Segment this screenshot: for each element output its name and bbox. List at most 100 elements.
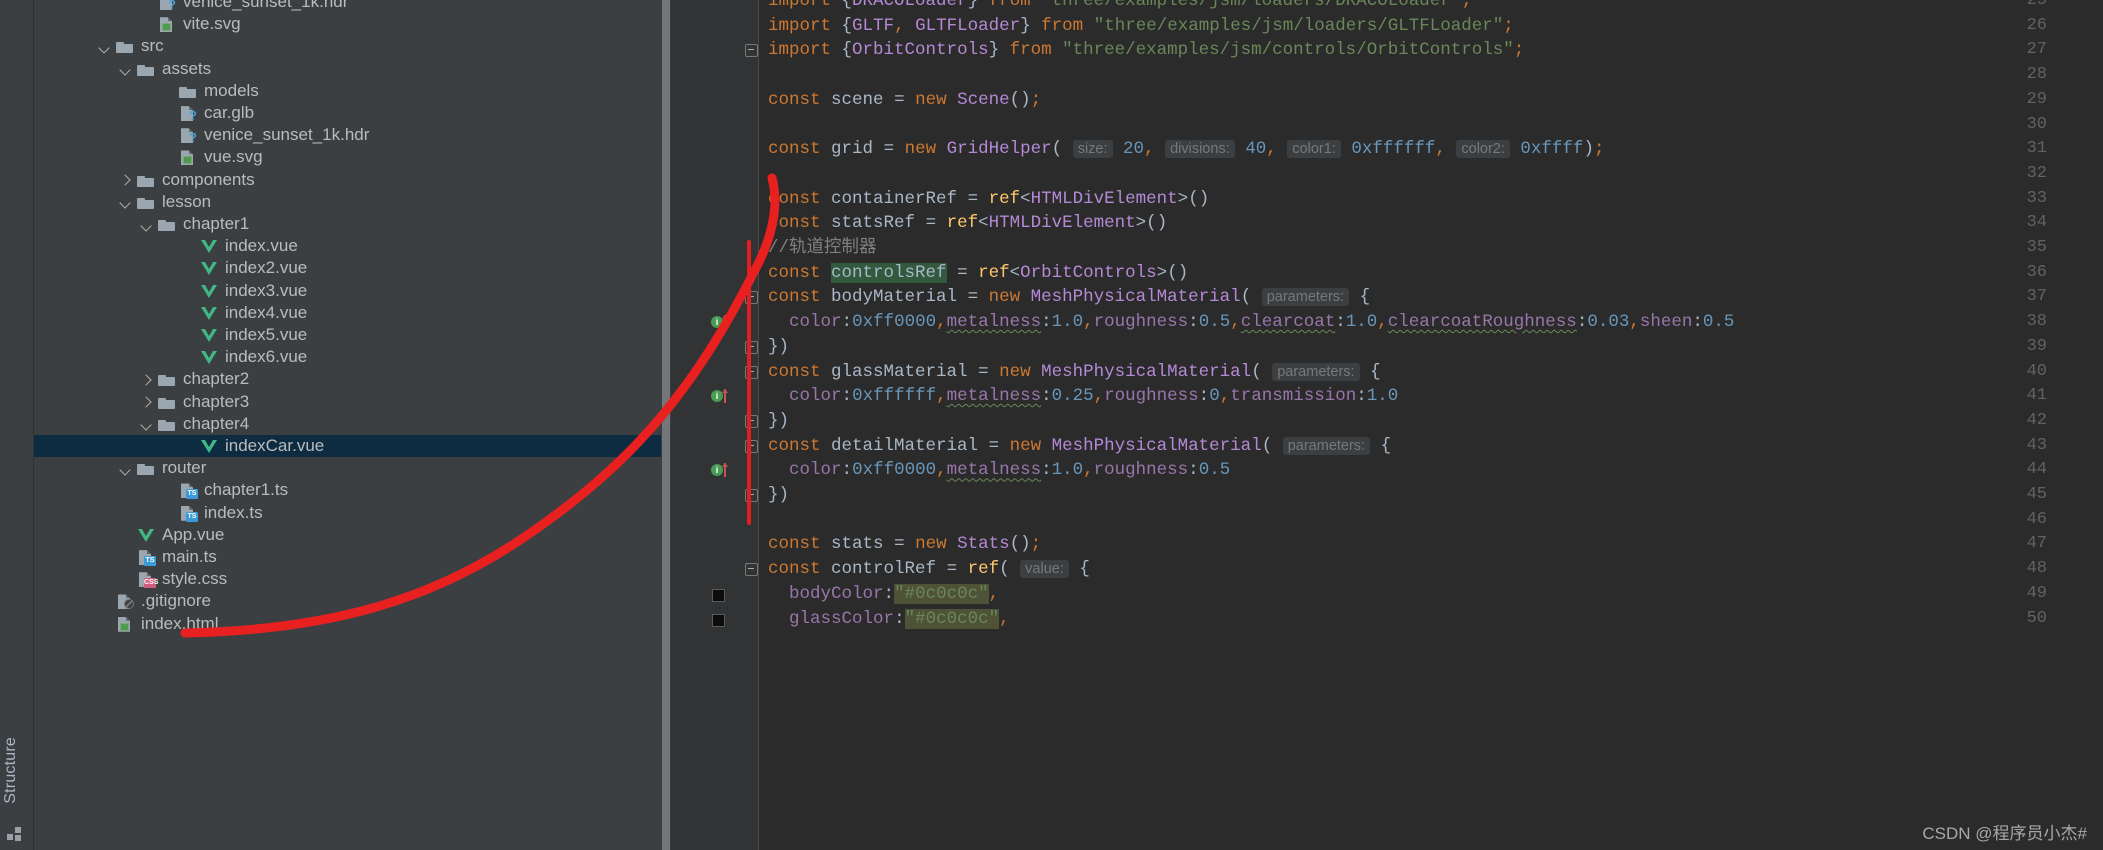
vue-icon <box>199 259 219 277</box>
code-editor[interactable]: 25 26 27 28 29 30 31 32 33 34 35 36 37 38 39 40 41 42 43 44… <box>671 0 2103 850</box>
chevron-right-icon[interactable] <box>138 393 155 410</box>
tree-scrollbar[interactable] <box>661 0 671 850</box>
code-line-47[interactable]: const stats = new Stats(); <box>768 532 1041 557</box>
tree-item-venice-sunset-1k-hdr[interactable]: ? venice_sunset_1k.hdr <box>34 0 671 13</box>
code-line-33[interactable]: const containerRef = ref<HTMLDivElement>… <box>768 187 1209 212</box>
project-tree[interactable]: ? venice_sunset_1k.hdr vite.svg src assets mo… <box>34 0 671 850</box>
tree-item-label: App.vue <box>162 524 225 544</box>
code-line-44[interactable]: color:0xff0000,metalness:1.0,roughness:0… <box>768 458 1230 483</box>
tree-item-label: chapter2 <box>183 369 250 389</box>
vue-icon <box>199 326 219 344</box>
tree-item-venice-sunset-1k-hdr[interactable]: ? venice_sunset_1k.hdr <box>34 124 671 146</box>
code-line-31[interactable]: const grid = new GridHelper( size: 20, d… <box>768 137 1604 162</box>
tree-item-index-ts[interactable]: TS index.ts <box>34 502 671 524</box>
tree-item-index6-vue[interactable]: index6.vue <box>34 346 671 368</box>
tree-item-label: main.ts <box>162 547 217 566</box>
tree-item-indexcar-vue[interactable]: indexCar.vue <box>34 435 671 458</box>
file-image-icon <box>157 15 177 33</box>
tree-item-index2-vue[interactable]: index2.vue <box>34 257 671 279</box>
tree-item-models[interactable]: models <box>34 80 671 102</box>
tree-item-lesson[interactable]: lesson <box>34 191 671 213</box>
tree-item-label: index3.vue <box>225 280 308 300</box>
tree-item-chapter3[interactable]: chapter3 <box>34 391 671 413</box>
tree-item-label: venice_sunset_1k.hdr <box>183 0 349 11</box>
code-line-41[interactable]: color:0xffffff,metalness:0.25,roughness:… <box>768 384 1398 409</box>
tree-item-index-vue[interactable]: index.vue <box>34 235 671 257</box>
code-text[interactable]: import {DRACOLoader} from "three/example… <box>671 0 2103 850</box>
tree-item-router[interactable]: router <box>34 457 671 479</box>
tree-item-app-vue[interactable]: App.vue <box>34 524 671 546</box>
left-tool-strip: Structure <box>0 0 34 850</box>
code-line-34[interactable]: const statsRef = ref<HTMLDivElement>() <box>768 211 1167 236</box>
tree-item-chapter4[interactable]: chapter4 <box>34 413 671 435</box>
code-line-38[interactable]: color:0xff0000,metalness:1.0,roughness:0… <box>768 310 1734 335</box>
red-annotation-bar <box>747 240 751 525</box>
tree-item-index-html[interactable]: index.html <box>34 613 671 635</box>
structure-tool-button[interactable]: Structure <box>2 737 20 804</box>
tree-item-index4-vue[interactable]: index4.vue <box>34 302 671 324</box>
tree-item-index5-vue[interactable]: index5.vue <box>34 324 671 346</box>
code-line-26[interactable]: import {GLTF, GLTFLoader} from "three/ex… <box>768 14 1514 39</box>
unknown-badge: ? <box>168 0 176 13</box>
chevron-down-icon[interactable] <box>138 216 155 233</box>
code-line-27[interactable]: import {OrbitControls} from "three/examp… <box>768 38 1524 63</box>
code-line-48[interactable]: const controlRef = ref( value: { <box>768 557 1090 582</box>
tree-item-label: vue.svg <box>204 147 263 167</box>
chevron-down-icon[interactable] <box>117 460 134 477</box>
tree-item-label: style.css <box>162 569 228 589</box>
css-badge: CSS <box>144 578 159 589</box>
tree-item-index3-vue[interactable]: index3.vue <box>34 280 671 302</box>
code-line-50[interactable]: glassColor:"#0c0c0c", <box>768 607 1010 632</box>
chevron-right-icon[interactable] <box>138 371 155 388</box>
tree-item-vite-svg[interactable]: vite.svg <box>34 13 671 35</box>
vue-icon <box>136 526 156 544</box>
tree-item-label: vite.svg <box>183 14 241 34</box>
tree-item-car-glb[interactable]: ? car.glb <box>34 102 671 124</box>
code-line-42[interactable]: }) <box>768 409 789 434</box>
code-line-25[interactable]: import {DRACOLoader} from "three/example… <box>768 0 1472 14</box>
tree-item-main-ts[interactable]: TS main.ts <box>34 546 671 568</box>
tree-item-src[interactable]: src <box>34 35 671 57</box>
tree-item-chapter2[interactable]: chapter2 <box>34 368 671 390</box>
code-line-36[interactable]: const controlsRef = ref<OrbitControls>() <box>768 261 1188 286</box>
tree-item-components[interactable]: components <box>34 169 671 191</box>
code-line-43[interactable]: const detailMaterial = new MeshPhysicalM… <box>768 434 1391 459</box>
ide-window: Structure ? venice_sunset_1k.hdr vite.svg s… <box>0 0 2103 850</box>
vue-icon <box>199 348 219 366</box>
code-line-39[interactable]: }) <box>768 335 789 360</box>
chevron-down-icon[interactable] <box>138 415 155 432</box>
chevron-down-icon[interactable] <box>117 60 134 77</box>
tree-item--gitignore[interactable]: .gitignore <box>34 590 671 612</box>
tree-item-chapter1-ts[interactable]: TS chapter1.ts <box>34 479 671 501</box>
code-line-35[interactable]: //轨道控制器 <box>768 236 877 261</box>
chevron-down-icon[interactable] <box>117 193 134 210</box>
code-line-40[interactable]: const glassMaterial = new MeshPhysicalMa… <box>768 360 1381 385</box>
file-html-icon <box>115 615 135 633</box>
tree-scrollbar-thumb[interactable] <box>662 0 670 850</box>
vue-icon <box>199 437 219 455</box>
ignored-badge <box>124 599 134 610</box>
tree-item-label: index.vue <box>225 236 298 256</box>
file-image-icon <box>178 148 198 166</box>
tree-item-vue-svg[interactable]: vue.svg <box>34 146 671 168</box>
tree-item-style-css[interactable]: CSS style.css <box>34 568 671 590</box>
chevron-right-icon[interactable] <box>117 171 134 188</box>
tree-item-assets[interactable]: assets <box>34 58 671 80</box>
folder-icon <box>136 171 156 189</box>
code-line-29[interactable]: const scene = new Scene(); <box>768 88 1041 113</box>
chevron-down-icon[interactable] <box>96 38 113 55</box>
vue-icon <box>199 282 219 300</box>
code-line-49[interactable]: bodyColor:"#0c0c0c", <box>768 582 999 607</box>
file-unknown-icon: ? <box>178 126 198 144</box>
tree-item-chapter1[interactable]: chapter1 <box>34 213 671 235</box>
tree-item-label: index.ts <box>204 502 263 522</box>
tree-item-label: src <box>141 36 164 56</box>
code-line-45[interactable]: }) <box>768 483 789 508</box>
code-line-37[interactable]: const bodyMaterial = new MeshPhysicalMat… <box>768 285 1370 310</box>
typescript-icon: TS <box>136 548 156 567</box>
